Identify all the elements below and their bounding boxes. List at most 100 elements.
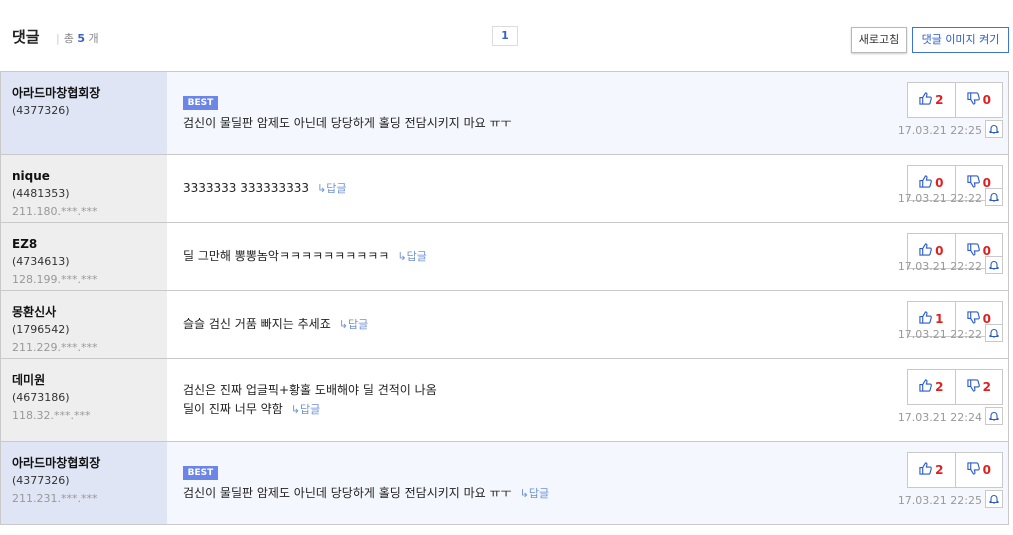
comment-row: 아라드마창협회장 (4377326) BEST 검신이 물딜판 암제도 아닌데 당당하… xyxy=(0,72,1009,155)
upvote-count: 0 xyxy=(935,244,944,258)
comment-row: nique (4481353) 211.180.***.*** 3333333 333… xyxy=(0,155,1009,223)
reply-link[interactable]: ↳답글 xyxy=(397,250,426,263)
downvote-button[interactable]: 2 xyxy=(954,370,1003,404)
upvote-count: 1 xyxy=(935,312,944,326)
thumbs-down-icon xyxy=(966,243,983,259)
bell-icon xyxy=(989,124,999,134)
comment-date: 17.03.21 22:22 xyxy=(897,260,982,273)
thumbs-up-icon xyxy=(919,243,935,259)
upvote-button[interactable]: 2 xyxy=(908,453,955,487)
comment-author: EZ8 (4734613) 128.199.***.*** xyxy=(1,223,167,290)
thumbs-up-icon xyxy=(919,175,935,191)
comment-text: 검신이 물딜판 암제도 아닌데 당당하게 홀딩 전담시키지 마요 ㅠㅜ ↳답글 xyxy=(183,485,550,500)
upvote-count: 2 xyxy=(935,380,944,394)
bell-icon xyxy=(989,192,999,202)
bell-icon xyxy=(989,260,999,270)
thumbs-down-icon xyxy=(966,92,983,108)
author-nickname[interactable]: 데미원 xyxy=(12,371,167,389)
bell-icon xyxy=(989,411,999,421)
author-nickname[interactable]: 아라드마창협회장 xyxy=(12,454,167,472)
comment-text-line2: 딜이 진짜 너무 약함 ↳답글 xyxy=(183,402,321,416)
upvote-count: 2 xyxy=(935,463,944,477)
report-button[interactable] xyxy=(985,256,1003,274)
best-badge: BEST xyxy=(183,95,218,110)
reply-link[interactable]: ↳답글 xyxy=(291,403,320,416)
upvote-button[interactable]: 2 xyxy=(908,83,955,117)
comment-content: BEST 검신이 물딜판 암제도 아닌데 당당하게 홀딩 전담시키지 마요 ㅠㅜ xyxy=(183,72,898,154)
thumbs-up-icon xyxy=(919,462,935,478)
author-nickname[interactable]: 아라드마창협회장 xyxy=(12,84,167,102)
downvote-count: 2 xyxy=(982,380,991,394)
page-1-button[interactable]: 1 xyxy=(492,26,518,46)
refresh-button[interactable]: 새로고침 xyxy=(851,27,907,53)
report-button[interactable] xyxy=(985,407,1003,425)
downvote-button[interactable]: 0 xyxy=(954,453,1003,487)
comment-header: 댓글 | 총 5 개 1 새로고침 댓글 이미지 켜기 xyxy=(0,0,1013,72)
author-ip: 211.231.***.*** xyxy=(12,492,98,505)
comment-text: 검신이 물딜판 암제도 아닌데 당당하게 홀딩 전담시키지 마요 ㅠㅜ xyxy=(183,115,512,130)
comment-content: 딜 그만해 뽕뽕놈악ㅋㅋㅋㅋㅋㅋㅋㅋㅋㅋ ↳답글 xyxy=(183,223,898,290)
author-ip: 211.229.***.*** xyxy=(12,341,98,354)
comment-author: 데미원 (4673186) 118.32.***.*** xyxy=(1,359,167,441)
bell-icon xyxy=(989,328,999,338)
downvote-count: 0 xyxy=(982,93,991,107)
comment-text: 딜 그만해 뽕뽕놈악ㅋㅋㅋㅋㅋㅋㅋㅋㅋㅋ ↳답글 xyxy=(183,249,427,263)
comment-count: | 총 5 개 xyxy=(56,32,99,45)
comment-date: 17.03.21 22:25 xyxy=(897,124,982,137)
comment-date: 17.03.21 22:25 xyxy=(897,494,982,507)
comment-row: 데미원 (4673186) 118.32.***.*** 검신은 진짜 업글픽+황홀 … xyxy=(0,359,1009,442)
comment-author: 몽환신사 (1796542) 211.229.***.*** xyxy=(1,291,167,358)
vote-box: 20 xyxy=(907,452,1003,488)
bell-icon xyxy=(989,494,999,504)
author-nickname[interactable]: nique xyxy=(12,167,167,185)
comment-title: 댓글 xyxy=(12,28,40,46)
author-ip: 211.180.***.*** xyxy=(12,205,98,218)
author-ip: 128.199.***.*** xyxy=(12,273,98,286)
comment-date: 17.03.21 22:22 xyxy=(897,328,982,341)
thumbs-down-icon xyxy=(966,311,983,327)
vote-box: 20 xyxy=(907,82,1003,118)
comment-date: 17.03.21 22:22 xyxy=(897,192,982,205)
comment-date: 17.03.21 22:24 xyxy=(897,411,982,424)
report-button[interactable] xyxy=(985,490,1003,508)
thumbs-up-icon xyxy=(919,311,935,327)
upvote-count: 0 xyxy=(935,176,944,190)
vote-box: 22 xyxy=(907,369,1003,405)
comment-text: 3333333 333333333 ↳답글 xyxy=(183,181,347,195)
best-badge: BEST xyxy=(183,465,218,480)
author-id: (4377326) xyxy=(12,104,70,117)
report-button[interactable] xyxy=(985,120,1003,138)
comment-text: 검신은 진짜 업글픽+황홀 도배해야 딜 견적이 나옴 xyxy=(183,383,437,397)
comment-row: 몽환신사 (1796542) 211.229.***.*** 슬슬 검신 거품 빠지는… xyxy=(0,291,1009,359)
author-id: (4481353) xyxy=(12,187,70,200)
downvote-count: 0 xyxy=(982,463,991,477)
thumbs-down-icon xyxy=(966,175,983,191)
comment-content: BEST 검신이 물딜판 암제도 아닌데 당당하게 홀딩 전담시키지 마요 ㅠㅜ ↳… xyxy=(183,442,898,524)
thumbs-up-icon xyxy=(919,92,935,108)
reply-link[interactable]: ↳답글 xyxy=(317,182,346,195)
thumbs-down-icon xyxy=(966,462,983,478)
comment-row: 아라드마창협회장 (4377326) 211.231.***.*** BEST 검신이 … xyxy=(0,442,1009,525)
comment-text: 슬슬 검신 거품 빠지는 추세죠 ↳답글 xyxy=(183,317,369,331)
thumbs-up-icon xyxy=(919,379,935,395)
report-button[interactable] xyxy=(985,324,1003,342)
thumbs-down-icon xyxy=(966,379,983,395)
comment-row: EZ8 (4734613) 128.199.***.*** 딜 그만해 뽕뽕놈악ㅋㅋㅋ… xyxy=(0,223,1009,291)
report-button[interactable] xyxy=(985,188,1003,206)
author-id: (4673186) xyxy=(12,391,70,404)
author-nickname[interactable]: EZ8 xyxy=(12,235,167,253)
upvote-button[interactable]: 2 xyxy=(908,370,955,404)
author-ip: 118.32.***.*** xyxy=(12,409,91,422)
comment-image-toggle-button[interactable]: 댓글 이미지 켜기 xyxy=(912,27,1009,53)
comment-content: 검신은 진짜 업글픽+황홀 도배해야 딜 견적이 나옴딜이 진짜 너무 약함 ↳답… xyxy=(183,359,898,441)
reply-link[interactable]: ↳답글 xyxy=(339,318,368,331)
downvote-button[interactable]: 0 xyxy=(954,83,1003,117)
comment-content: 슬슬 검신 거품 빠지는 추세죠 ↳답글 xyxy=(183,291,898,358)
comment-list: 아라드마창협회장 (4377326) BEST 검신이 물딜판 암제도 아닌데 당당하… xyxy=(0,71,1009,525)
author-nickname[interactable]: 몽환신사 xyxy=(12,303,167,321)
comment-author: 아라드마창협회장 (4377326) xyxy=(1,72,167,154)
comment-count-number: 5 xyxy=(77,32,85,45)
reply-link[interactable]: ↳답글 xyxy=(520,487,549,500)
comment-author: 아라드마창협회장 (4377326) 211.231.***.*** xyxy=(1,442,167,524)
comment-author: nique (4481353) 211.180.***.*** xyxy=(1,155,167,222)
